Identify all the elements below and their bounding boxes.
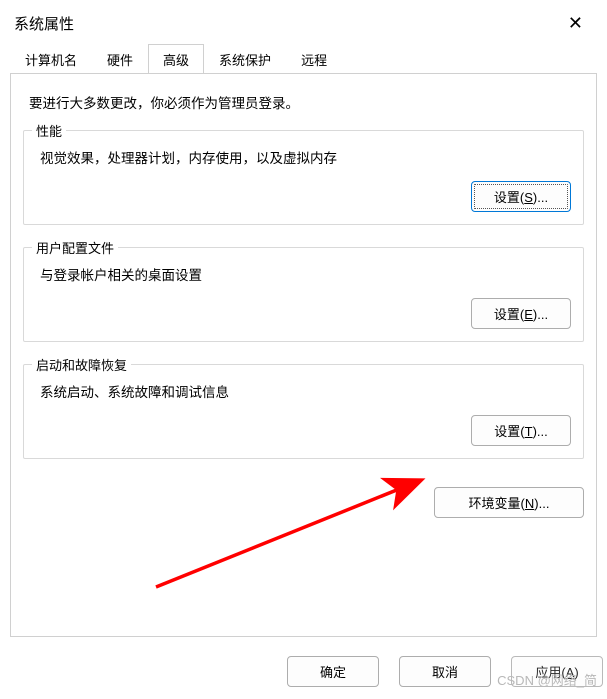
user-profiles-desc: 与登录帐户相关的桌面设置 [40, 264, 571, 284]
startup-recovery-desc: 系统启动、系统故障和调试信息 [40, 381, 571, 401]
performance-legend: 性能 [32, 121, 66, 140]
startup-recovery-group: 启动和故障恢复 系统启动、系统故障和调试信息 设置(T)... [23, 364, 584, 459]
tab-computer-name[interactable]: 计算机名 [10, 44, 92, 74]
tab-hardware[interactable]: 硬件 [92, 44, 148, 74]
title-bar: 系统属性 ✕ [0, 0, 607, 44]
advanced-panel: 要进行大多数更改，你必须作为管理员登录。 性能 视觉效果，处理器计划，内存使用，… [10, 73, 597, 637]
startup-recovery-legend: 启动和故障恢复 [32, 355, 131, 374]
close-button[interactable]: ✕ [558, 10, 593, 36]
env-variables-row: 环境变量(N)... [23, 487, 584, 518]
performance-group: 性能 视觉效果，处理器计划，内存使用，以及虚拟内存 设置(S)... [23, 130, 584, 225]
user-profiles-legend: 用户配置文件 [32, 238, 118, 257]
tab-advanced[interactable]: 高级 [148, 44, 204, 74]
ok-button[interactable]: 确定 [287, 656, 379, 687]
environment-variables-button[interactable]: 环境变量(N)... [434, 487, 584, 518]
tab-strip: 计算机名 硬件 高级 系统保护 远程 [0, 44, 607, 73]
performance-button-row: 设置(S)... [36, 181, 571, 212]
startup-recovery-button-row: 设置(T)... [36, 415, 571, 446]
user-profiles-button-row: 设置(E)... [36, 298, 571, 329]
cancel-button[interactable]: 取消 [399, 656, 491, 687]
tab-remote[interactable]: 远程 [286, 44, 342, 74]
performance-settings-button[interactable]: 设置(S)... [471, 181, 571, 212]
admin-note: 要进行大多数更改，你必须作为管理员登录。 [29, 92, 578, 112]
watermark: CSDN @网络_简 [497, 670, 597, 689]
window-title: 系统属性 [14, 13, 74, 34]
user-profiles-settings-button[interactable]: 设置(E)... [471, 298, 571, 329]
performance-desc: 视觉效果，处理器计划，内存使用，以及虚拟内存 [40, 147, 571, 167]
startup-recovery-settings-button[interactable]: 设置(T)... [471, 415, 571, 446]
tab-system-protection[interactable]: 系统保护 [204, 44, 286, 74]
user-profiles-group: 用户配置文件 与登录帐户相关的桌面设置 设置(E)... [23, 247, 584, 342]
